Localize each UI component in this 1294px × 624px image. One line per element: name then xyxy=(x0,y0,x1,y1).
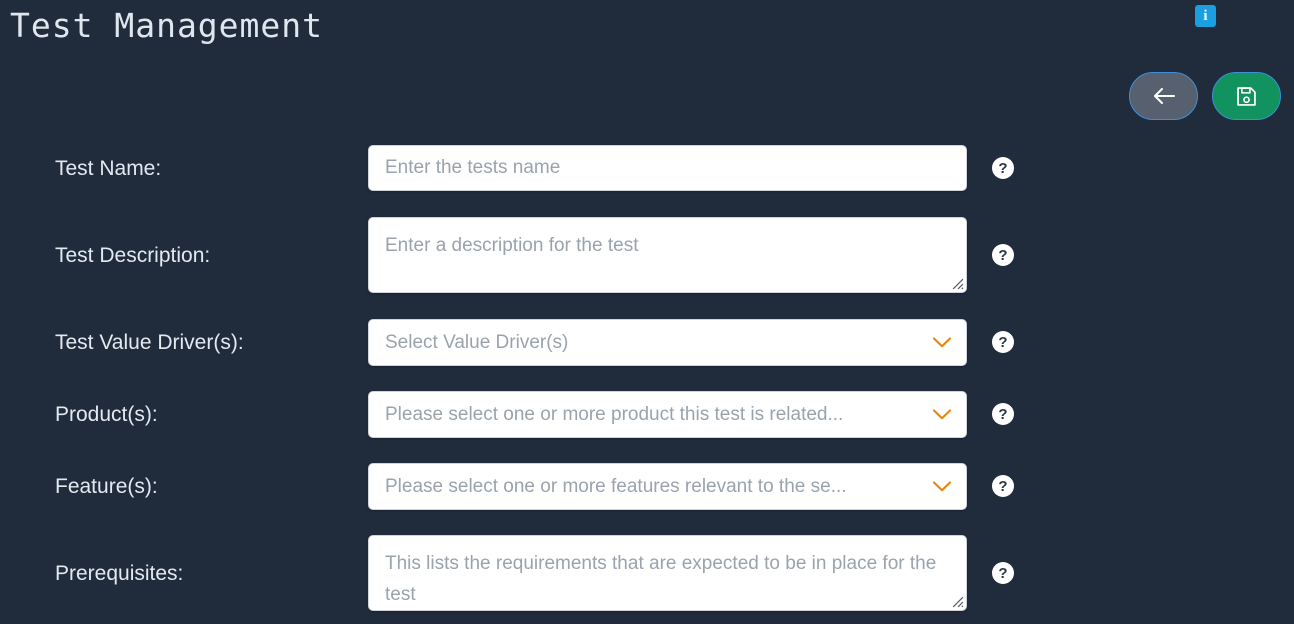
help-icon-glyph: ? xyxy=(998,246,1008,264)
features-select[interactable]: Please select one or more features relev… xyxy=(368,463,967,510)
help-icon-features[interactable]: ? xyxy=(992,475,1014,497)
chevron-down-icon xyxy=(932,409,952,420)
help-icon-products[interactable]: ? xyxy=(992,403,1014,425)
help-icon-prerequisites[interactable]: ? xyxy=(992,562,1014,584)
test-value-drivers-placeholder: Select Value Driver(s) xyxy=(385,331,569,353)
back-button[interactable] xyxy=(1129,72,1198,120)
resize-grip-icon xyxy=(952,278,964,290)
chevron-down-icon xyxy=(932,481,952,492)
features-placeholder: Please select one or more features relev… xyxy=(385,475,847,497)
test-name-input[interactable]: Enter the tests name xyxy=(368,145,967,191)
action-button-bar xyxy=(1129,72,1281,120)
help-icon-glyph: ? xyxy=(998,405,1008,423)
help-icon-test-value-drivers[interactable]: ? xyxy=(992,331,1014,353)
products-select[interactable]: Please select one or more product this t… xyxy=(368,391,967,438)
resize-grip-icon xyxy=(952,596,964,608)
save-button[interactable] xyxy=(1212,72,1281,120)
info-icon-glyph: i xyxy=(1203,7,1208,24)
test-name-placeholder: Enter the tests name xyxy=(385,157,561,178)
prerequisites-textarea[interactable]: This lists the requirements that are exp… xyxy=(368,535,967,611)
help-icon-glyph: ? xyxy=(998,477,1008,495)
info-icon[interactable]: i xyxy=(1195,5,1216,27)
chevron-down-icon xyxy=(932,337,952,348)
label-test-name: Test Name: xyxy=(55,157,162,180)
floppy-disk-save-icon xyxy=(1235,85,1258,108)
label-test-value-drivers: Test Value Driver(s): xyxy=(55,331,244,354)
help-icon-glyph: ? xyxy=(998,159,1008,177)
arrow-left-icon xyxy=(1151,85,1177,107)
test-description-placeholder: Enter a description for the test xyxy=(385,235,639,256)
help-icon-glyph: ? xyxy=(998,564,1008,582)
label-test-description: Test Description: xyxy=(55,244,211,267)
help-icon-test-description[interactable]: ? xyxy=(992,244,1014,266)
label-features: Feature(s): xyxy=(55,475,158,498)
help-icon-test-name[interactable]: ? xyxy=(992,157,1014,179)
prerequisites-placeholder: This lists the requirements that are exp… xyxy=(385,553,937,605)
label-prerequisites: Prerequisites: xyxy=(55,562,184,585)
help-icon-glyph: ? xyxy=(998,333,1008,351)
page-title: Test Management xyxy=(10,6,324,45)
products-placeholder: Please select one or more product this t… xyxy=(385,403,844,425)
test-value-drivers-select[interactable]: Select Value Driver(s) xyxy=(368,319,967,366)
label-products: Product(s): xyxy=(55,403,158,426)
test-description-textarea[interactable]: Enter a description for the test xyxy=(368,217,967,293)
